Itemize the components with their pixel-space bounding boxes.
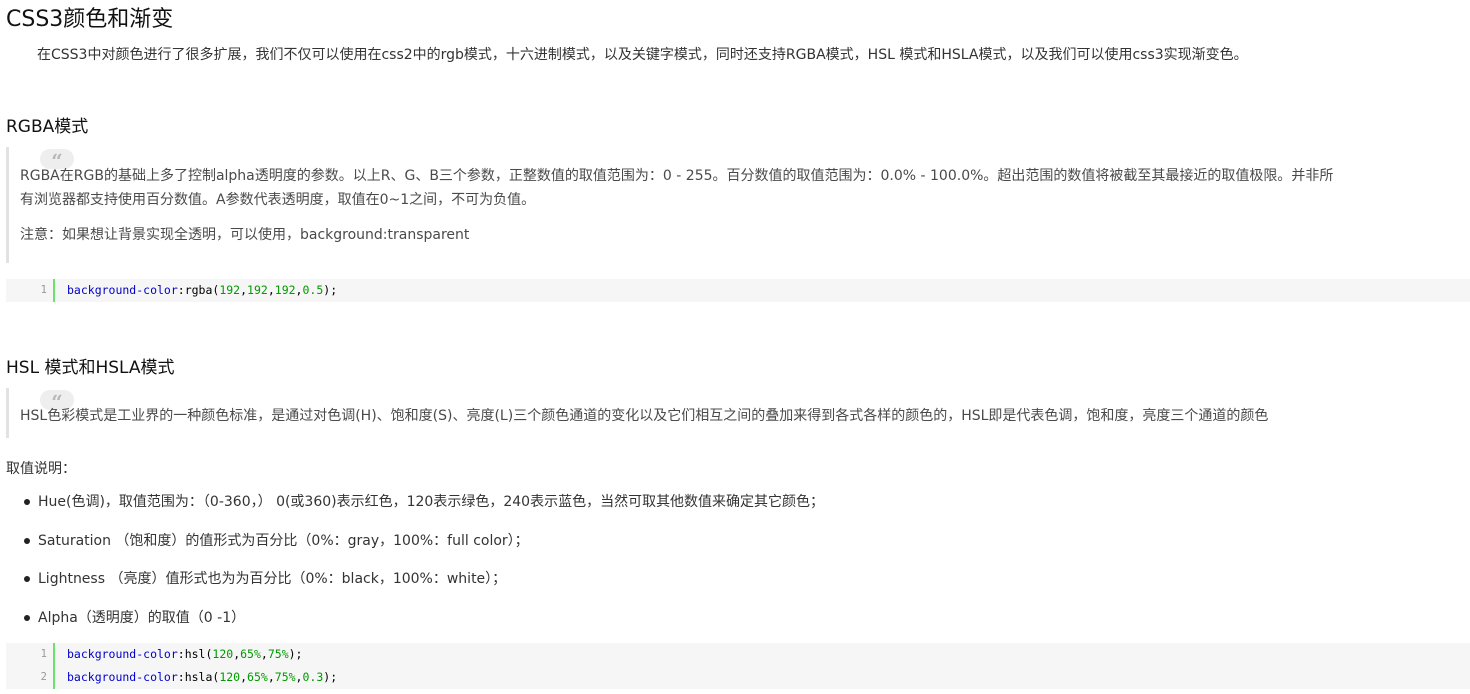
bullet-dot-icon	[24, 537, 30, 544]
code-text: background-color:hsl(120,65%,75%);	[67, 647, 303, 661]
code-line: 1 background-color:hsl(120,65%,75%);	[6, 643, 1470, 666]
line-number: 2	[6, 666, 55, 689]
intro-paragraph: 在CSS3中对颜色进行了很多扩展，我们不仅可以使用在css2中的rgb模式，十六…	[37, 47, 1248, 63]
hsl-section-heading: HSL 模式和HSLA模式	[6, 358, 175, 378]
rgba-section-heading: RGBA模式	[6, 117, 89, 137]
code-line: 1 background-color:rgba(192,192,192,0.5);	[6, 279, 1470, 302]
rgba-code-block[interactable]: 1 background-color:rgba(192,192,192,0.5);	[6, 279, 1470, 302]
bullet-dot-icon	[24, 614, 30, 621]
hsl-code-block[interactable]: 1 background-color:hsl(120,65%,75%); 2 back…	[6, 643, 1470, 689]
hsl-blockquote: “ HSL色彩模式是工业界的一种颜色标准，是通过对色调(H)、饱和度(S)、亮度…	[6, 388, 1470, 438]
list-item: Saturation （饱和度）的值形式为百分比（0%：gray，100%：fu…	[0, 523, 824, 562]
rgba-blockquote: “ RGBA在RGB的基础上多了控制alpha透明度的参数。以上R、G、B三个参…	[6, 147, 1470, 263]
hsl-value-list: Hue(色调)，取值范围为：（0-360，） 0(或360)表示红色，120表示…	[0, 484, 824, 638]
bullet-dot-icon	[24, 499, 30, 505]
code-text: background-color:rgba(192,192,192,0.5);	[67, 283, 338, 297]
bullet-dot-icon	[24, 576, 30, 582]
list-item: Alpha（透明度）的取值（0 -1）	[0, 600, 824, 639]
page-title: CSS3颜色和渐变	[6, 7, 174, 32]
line-number: 1	[6, 279, 55, 302]
rgba-quote-line-2: 有浏览器都支持使用百分数值。A参数代表透明度，取值在0~1之间，不可为负值。	[20, 192, 536, 208]
rgba-quote-line-1: RGBA在RGB的基础上多了控制alpha透明度的参数。以上R、G、B三个参数，…	[20, 168, 1334, 184]
line-number: 1	[6, 643, 55, 666]
rgba-quote-note: 注意：如果想让背景实现全透明，可以使用，background:transpare…	[20, 227, 470, 243]
code-line: 2 background-color:hsla(120,65%,75%,0.3);	[6, 666, 1470, 689]
value-description-heading: 取值说明：	[6, 461, 76, 477]
hsl-quote-text: HSL色彩模式是工业界的一种颜色标准，是通过对色调(H)、饱和度(S)、亮度(L…	[20, 408, 1269, 424]
code-text: background-color:hsla(120,65%,75%,0.3);	[67, 670, 338, 684]
list-item: Hue(色调)，取值范围为：（0-360，） 0(或360)表示红色，120表示…	[0, 484, 824, 523]
list-item: Lightness （亮度）值形式也为为百分比（0%：black，100%：wh…	[0, 561, 824, 600]
